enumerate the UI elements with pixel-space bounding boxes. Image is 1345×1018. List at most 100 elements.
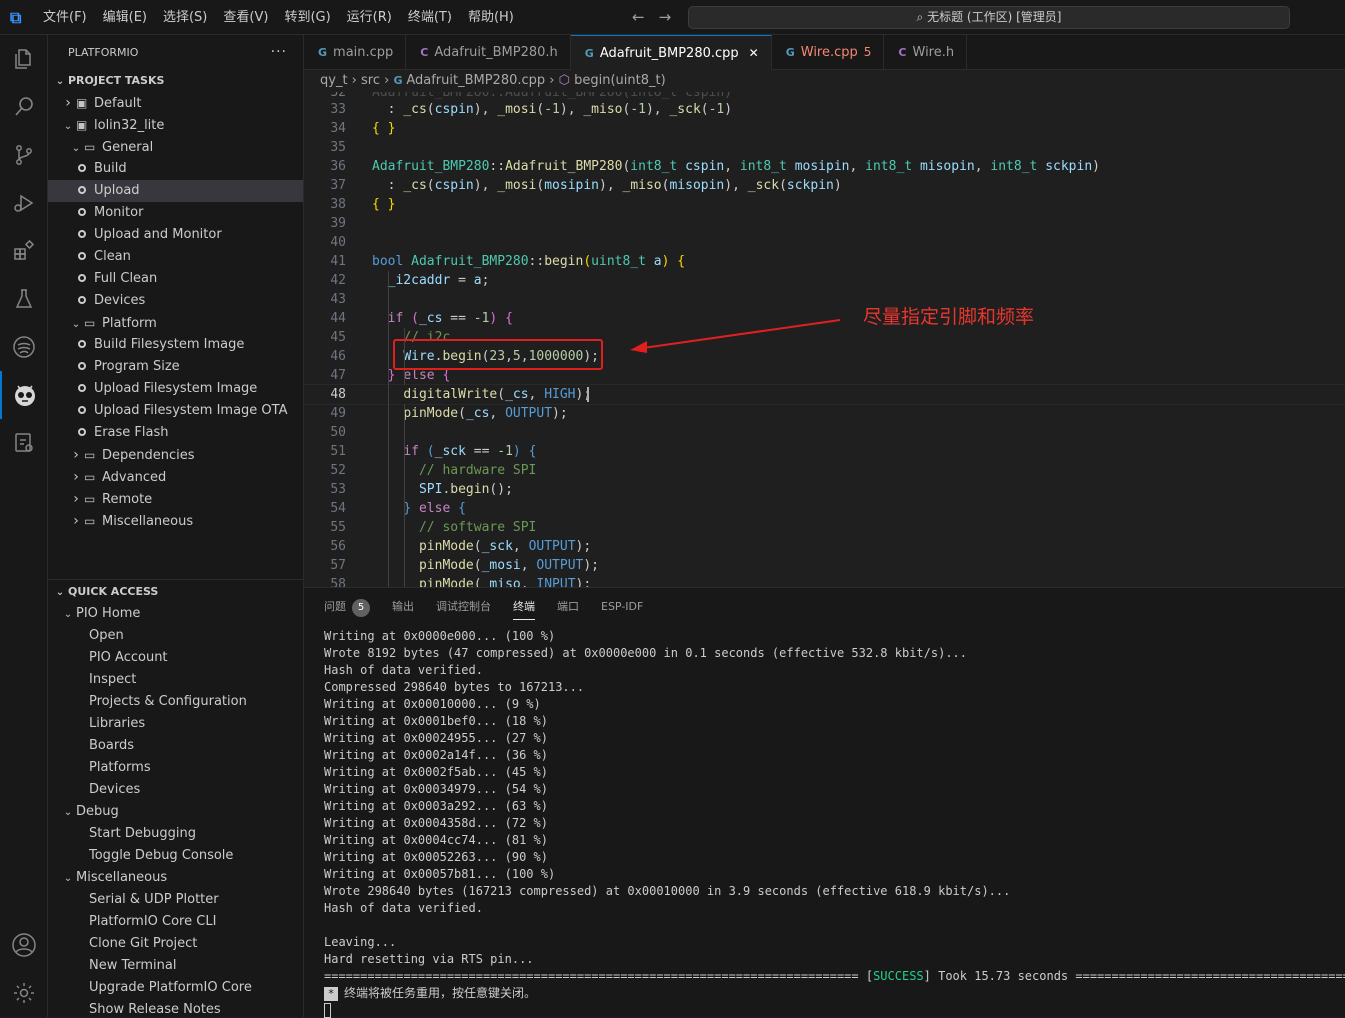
panel-tab-3[interactable]: 终端 bbox=[513, 588, 535, 626]
menu-item-2[interactable]: 选择(S) bbox=[155, 0, 215, 35]
tree-item-program-size[interactable]: Program Size bbox=[48, 356, 303, 378]
line-number: 55 bbox=[330, 520, 346, 535]
testing-icon[interactable] bbox=[0, 275, 48, 323]
tree-item-platform[interactable]: ⌄ ▭ Platform bbox=[48, 312, 303, 334]
task-marker-icon: * bbox=[324, 987, 338, 1001]
tree-item-new-terminal[interactable]: New Terminal bbox=[48, 955, 303, 977]
menu-item-5[interactable]: 运行(R) bbox=[339, 0, 400, 35]
panel-tabs: 问题 5 输出 调试控制台 终端 端口 ESP-IDF bbox=[304, 588, 1345, 626]
tree-item-serial-udp-plotter[interactable]: Serial & UDP Plotter bbox=[48, 889, 303, 911]
tree-item-erase-flash[interactable]: Erase Flash bbox=[48, 422, 303, 444]
tree-item-build[interactable]: Build bbox=[48, 158, 303, 180]
panel-tab-2[interactable]: 调试控制台 bbox=[436, 588, 491, 626]
tree-item-upload[interactable]: Upload bbox=[48, 180, 303, 202]
quick-access-tree: ⌄ PIO Home Open PIO Account Inspect Projects … bbox=[48, 603, 303, 1017]
tab-adafruit-bmp280-h[interactable]: C Adafruit_BMP280.h bbox=[406, 35, 571, 70]
device-icon[interactable] bbox=[0, 419, 48, 467]
menu-item-3[interactable]: 查看(V) bbox=[215, 0, 276, 35]
tree-item-debug[interactable]: ⌄ Debug bbox=[48, 801, 303, 823]
tree-item-start-debugging[interactable]: Start Debugging bbox=[48, 823, 303, 845]
tree-item-build-filesystem-image[interactable]: Build Filesystem Image bbox=[48, 334, 303, 356]
panel-tab-0[interactable]: 问题 5 bbox=[324, 588, 370, 626]
breadcrumb-item[interactable]: src bbox=[361, 73, 380, 88]
task-circle-icon bbox=[78, 229, 86, 238]
tree-item-label: PIO Account bbox=[89, 650, 168, 665]
panel-tab-1[interactable]: 输出 bbox=[392, 588, 414, 626]
panel-tab-5[interactable]: ESP-IDF bbox=[601, 588, 643, 626]
close-tab-icon[interactable]: ✕ bbox=[749, 46, 759, 60]
tree-item-inspect[interactable]: Inspect bbox=[48, 669, 303, 691]
tab-wire-cpp[interactable]: G Wire.cpp 5 bbox=[772, 35, 885, 70]
menu-item-0[interactable]: 文件(F) bbox=[35, 0, 95, 35]
code-line: 53 SPI.begin(); bbox=[304, 480, 1345, 499]
search-icon[interactable] bbox=[0, 83, 48, 131]
tab-label: Adafruit_BMP280.cpp bbox=[599, 46, 739, 61]
tree-item-upload-filesystem-image-ota[interactable]: Upload Filesystem Image OTA bbox=[48, 400, 303, 422]
tree-item-platforms[interactable]: Platforms bbox=[48, 757, 303, 779]
chevron-down-icon: ⌄ bbox=[63, 609, 73, 620]
menu-item-1[interactable]: 编辑(E) bbox=[95, 0, 155, 35]
tree-item-libraries[interactable]: Libraries bbox=[48, 713, 303, 735]
code-text: // hardware SPI bbox=[418, 463, 537, 478]
command-center[interactable]: ⌕ 无标题 (工作区) [管理员] bbox=[688, 6, 1290, 29]
project-tasks-section[interactable]: ⌄ PROJECT TASKS bbox=[48, 70, 303, 92]
text-cursor bbox=[587, 387, 589, 402]
tree-item-open[interactable]: Open bbox=[48, 625, 303, 647]
tree-item-full-clean[interactable]: Full Clean bbox=[48, 268, 303, 290]
task-circle-icon bbox=[78, 339, 86, 348]
tree-item-miscellaneous[interactable]: ⌄ Miscellaneous bbox=[48, 867, 303, 889]
extensions-icon[interactable] bbox=[0, 227, 48, 275]
tree-item-platformio-core-cli[interactable]: PlatformIO Core CLI bbox=[48, 911, 303, 933]
tree-item-show-release-notes[interactable]: Show Release Notes bbox=[48, 999, 303, 1017]
remote-icon[interactable] bbox=[0, 323, 48, 371]
tree-item-devices[interactable]: Devices bbox=[48, 779, 303, 801]
run-debug-icon[interactable] bbox=[0, 179, 48, 227]
tree-item-remote[interactable]: › ▭ Remote bbox=[48, 488, 303, 510]
tree-item-upload-and-monitor[interactable]: Upload and Monitor bbox=[48, 224, 303, 246]
quick-access-section[interactable]: ⌄ QUICK ACCESS bbox=[48, 581, 303, 603]
tree-item-default[interactable]: › ▣ Default bbox=[48, 92, 303, 114]
tree-item-clone-git-project[interactable]: Clone Git Project bbox=[48, 933, 303, 955]
explorer-icon[interactable] bbox=[0, 35, 48, 83]
source-control-icon[interactable] bbox=[0, 131, 48, 179]
tab-wire-h[interactable]: C Wire.h bbox=[884, 35, 968, 70]
platformio-icon[interactable] bbox=[0, 371, 48, 419]
terminal-line: Writing at 0x0000e000... (100 %) bbox=[324, 629, 556, 643]
terminal-output[interactable]: Writing at 0x0000e000... (100 %) Wrote 81… bbox=[324, 628, 1345, 1018]
tree-item-upload-filesystem-image[interactable]: Upload Filesystem Image bbox=[48, 378, 303, 400]
tree-item-advanced[interactable]: › ▭ Advanced bbox=[48, 466, 303, 488]
settings-icon[interactable] bbox=[0, 969, 48, 1017]
tree-item-pio-home[interactable]: ⌄ PIO Home bbox=[48, 603, 303, 625]
breadcrumb-item[interactable]: Adafruit_BMP280.cpp bbox=[406, 73, 545, 88]
tree-item-projects-configuration[interactable]: Projects & Configuration bbox=[48, 691, 303, 713]
line-number: 36 bbox=[330, 159, 346, 174]
tree-item-devices[interactable]: Devices bbox=[48, 290, 303, 312]
breadcrumb-item[interactable]: qy_t bbox=[320, 73, 348, 88]
tree-item-toggle-debug-console[interactable]: Toggle Debug Console bbox=[48, 845, 303, 867]
tree-item-dependencies[interactable]: › ▭ Dependencies bbox=[48, 444, 303, 466]
tree-item-pio-account[interactable]: PIO Account bbox=[48, 647, 303, 669]
menu-item-7[interactable]: 帮助(H) bbox=[460, 0, 522, 35]
tree-item-upgrade-platformio-core[interactable]: Upgrade PlatformIO Core bbox=[48, 977, 303, 999]
tree-item-label: Clone Git Project bbox=[89, 936, 198, 951]
breadcrumb-separator-icon: › bbox=[545, 73, 559, 88]
success-status: SUCCESS bbox=[873, 969, 924, 983]
breadcrumb-item[interactable]: begin(uint8_t) bbox=[574, 73, 666, 88]
project-tasks-label: PROJECT TASKS bbox=[68, 74, 165, 87]
menu-item-6[interactable]: 终端(T) bbox=[400, 0, 460, 35]
tree-item-general[interactable]: ⌄ ▭ General bbox=[48, 136, 303, 158]
menu-item-4[interactable]: 转到(G) bbox=[276, 0, 338, 35]
tree-item-miscellaneous[interactable]: › ▭ Miscellaneous bbox=[48, 510, 303, 532]
code-line: 41 bool Adafruit_BMP280::begin(uint8_t a)… bbox=[304, 252, 1345, 271]
tab-adafruit-bmp280-cpp[interactable]: G Adafruit_BMP280.cpp ✕ bbox=[570, 35, 772, 70]
forward-arrow-icon[interactable]: → bbox=[659, 8, 686, 26]
account-icon[interactable] bbox=[0, 921, 48, 969]
tree-item-lolin32-lite[interactable]: ⌄ ▣ lolin32_lite bbox=[48, 114, 303, 136]
tab-main-cpp[interactable]: Gmain.cpp bbox=[304, 35, 407, 70]
back-arrow-icon[interactable]: ← bbox=[632, 8, 659, 26]
tree-item-clean[interactable]: Clean bbox=[48, 246, 303, 268]
more-actions-icon[interactable]: ··· bbox=[271, 35, 287, 70]
panel-tab-4[interactable]: 端口 bbox=[557, 588, 579, 626]
tree-item-boards[interactable]: Boards bbox=[48, 735, 303, 757]
tree-item-monitor[interactable]: Monitor bbox=[48, 202, 303, 224]
